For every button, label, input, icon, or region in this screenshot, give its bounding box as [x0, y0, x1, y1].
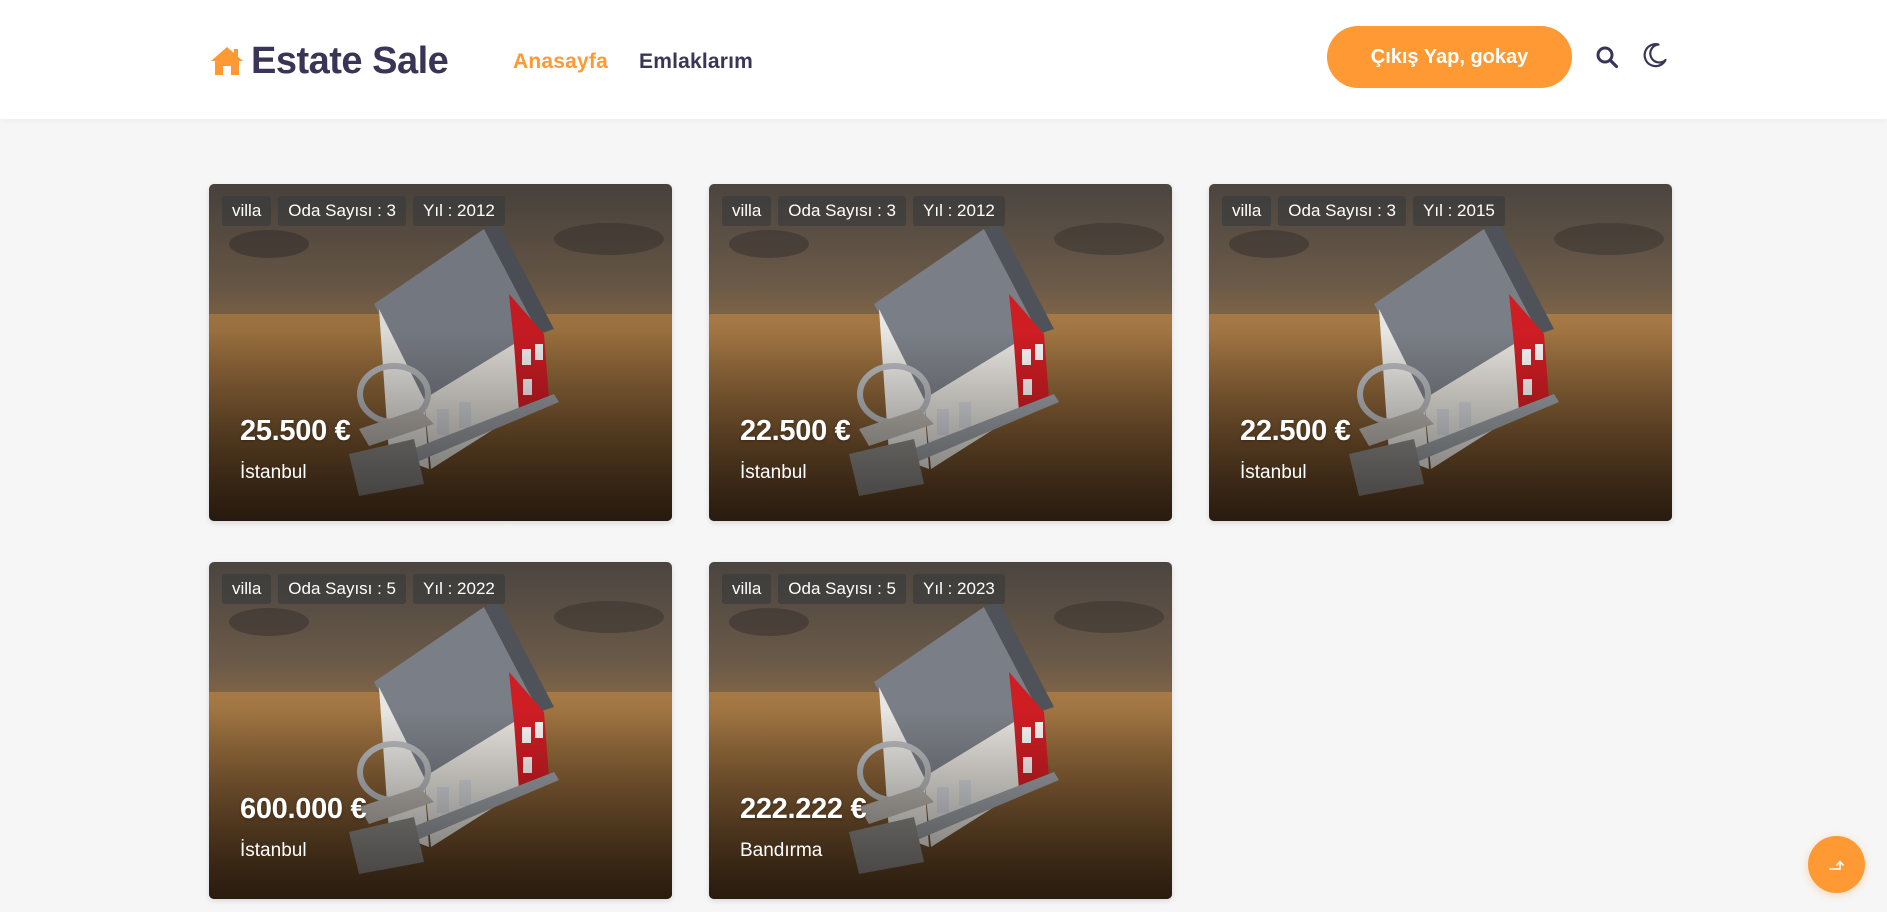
listing-tags: villa Oda Sayısı : 3 Yıl : 2012 — [722, 196, 1005, 226]
listing-card[interactable]: villa Oda Sayısı : 3 Yıl : 2012 25.500 €… — [209, 184, 672, 521]
search-button[interactable] — [1592, 42, 1622, 72]
moon-icon — [1643, 43, 1667, 68]
property-type-tag: villa — [222, 196, 272, 226]
nav-link-home[interactable]: Anasayfa — [513, 48, 608, 76]
nav-link-my-properties[interactable]: Emlaklarım — [639, 48, 753, 76]
theme-toggle-button[interactable] — [1640, 40, 1670, 70]
listing-price: 25.500 € — [240, 415, 351, 447]
listing-city: İstanbul — [740, 462, 807, 483]
listing-grid: villa Oda Sayısı : 3 Yıl : 2012 25.500 €… — [209, 184, 1673, 899]
room-count-tag: Oda Sayısı : 5 — [278, 574, 407, 604]
listing-card[interactable]: villa Oda Sayısı : 5 Yıl : 2023 222.222 … — [709, 562, 1172, 899]
arrow-up-icon — [1828, 860, 1844, 870]
listing-tags: villa Oda Sayısı : 5 Yıl : 2023 — [722, 574, 1005, 604]
year-tag: Yıl : 2022 — [413, 574, 505, 604]
site-header: Estate Sale Anasayfa Emlaklarım Çıkış Ya… — [0, 0, 1887, 119]
listing-price: 222.222 € — [740, 793, 867, 825]
year-tag: Yıl : 2015 — [1413, 196, 1505, 226]
property-type-tag: villa — [722, 196, 772, 226]
listing-tags: villa Oda Sayısı : 3 Yıl : 2012 — [222, 196, 505, 226]
listing-city: İstanbul — [1240, 462, 1307, 483]
scroll-to-top-button[interactable] — [1808, 836, 1865, 893]
main-nav: Anasayfa Emlaklarım — [513, 48, 753, 76]
listing-price: 600.000 € — [240, 793, 367, 825]
listing-tags: villa Oda Sayısı : 5 Yıl : 2022 — [222, 574, 505, 604]
house-icon — [211, 47, 243, 75]
property-type-tag: villa — [1222, 196, 1272, 226]
listing-card[interactable]: villa Oda Sayısı : 5 Yıl : 2022 600.000 … — [209, 562, 672, 899]
listing-city: İstanbul — [240, 840, 307, 861]
listing-card[interactable]: villa Oda Sayısı : 3 Yıl : 2012 22.500 €… — [709, 184, 1172, 521]
room-count-tag: Oda Sayısı : 3 — [778, 196, 907, 226]
room-count-tag: Oda Sayısı : 5 — [778, 574, 907, 604]
listing-city: İstanbul — [240, 462, 307, 483]
listing-card[interactable]: villa Oda Sayısı : 3 Yıl : 2015 22.500 €… — [1209, 184, 1672, 521]
year-tag: Yıl : 2012 — [913, 196, 1005, 226]
logout-button[interactable]: Çıkış Yap, gokay — [1327, 26, 1572, 88]
brand-name: Estate Sale — [251, 40, 449, 82]
property-type-tag: villa — [722, 574, 772, 604]
year-tag: Yıl : 2023 — [913, 574, 1005, 604]
property-type-tag: villa — [222, 574, 272, 604]
listing-city: Bandırma — [740, 840, 823, 861]
room-count-tag: Oda Sayısı : 3 — [1278, 196, 1407, 226]
listing-price: 22.500 € — [1240, 415, 1351, 447]
search-icon — [1596, 46, 1619, 69]
listing-price: 22.500 € — [740, 415, 851, 447]
brand-logo[interactable]: Estate Sale — [209, 38, 449, 84]
room-count-tag: Oda Sayısı : 3 — [278, 196, 407, 226]
year-tag: Yıl : 2012 — [413, 196, 505, 226]
listing-tags: villa Oda Sayısı : 3 Yıl : 2015 — [1222, 196, 1505, 226]
